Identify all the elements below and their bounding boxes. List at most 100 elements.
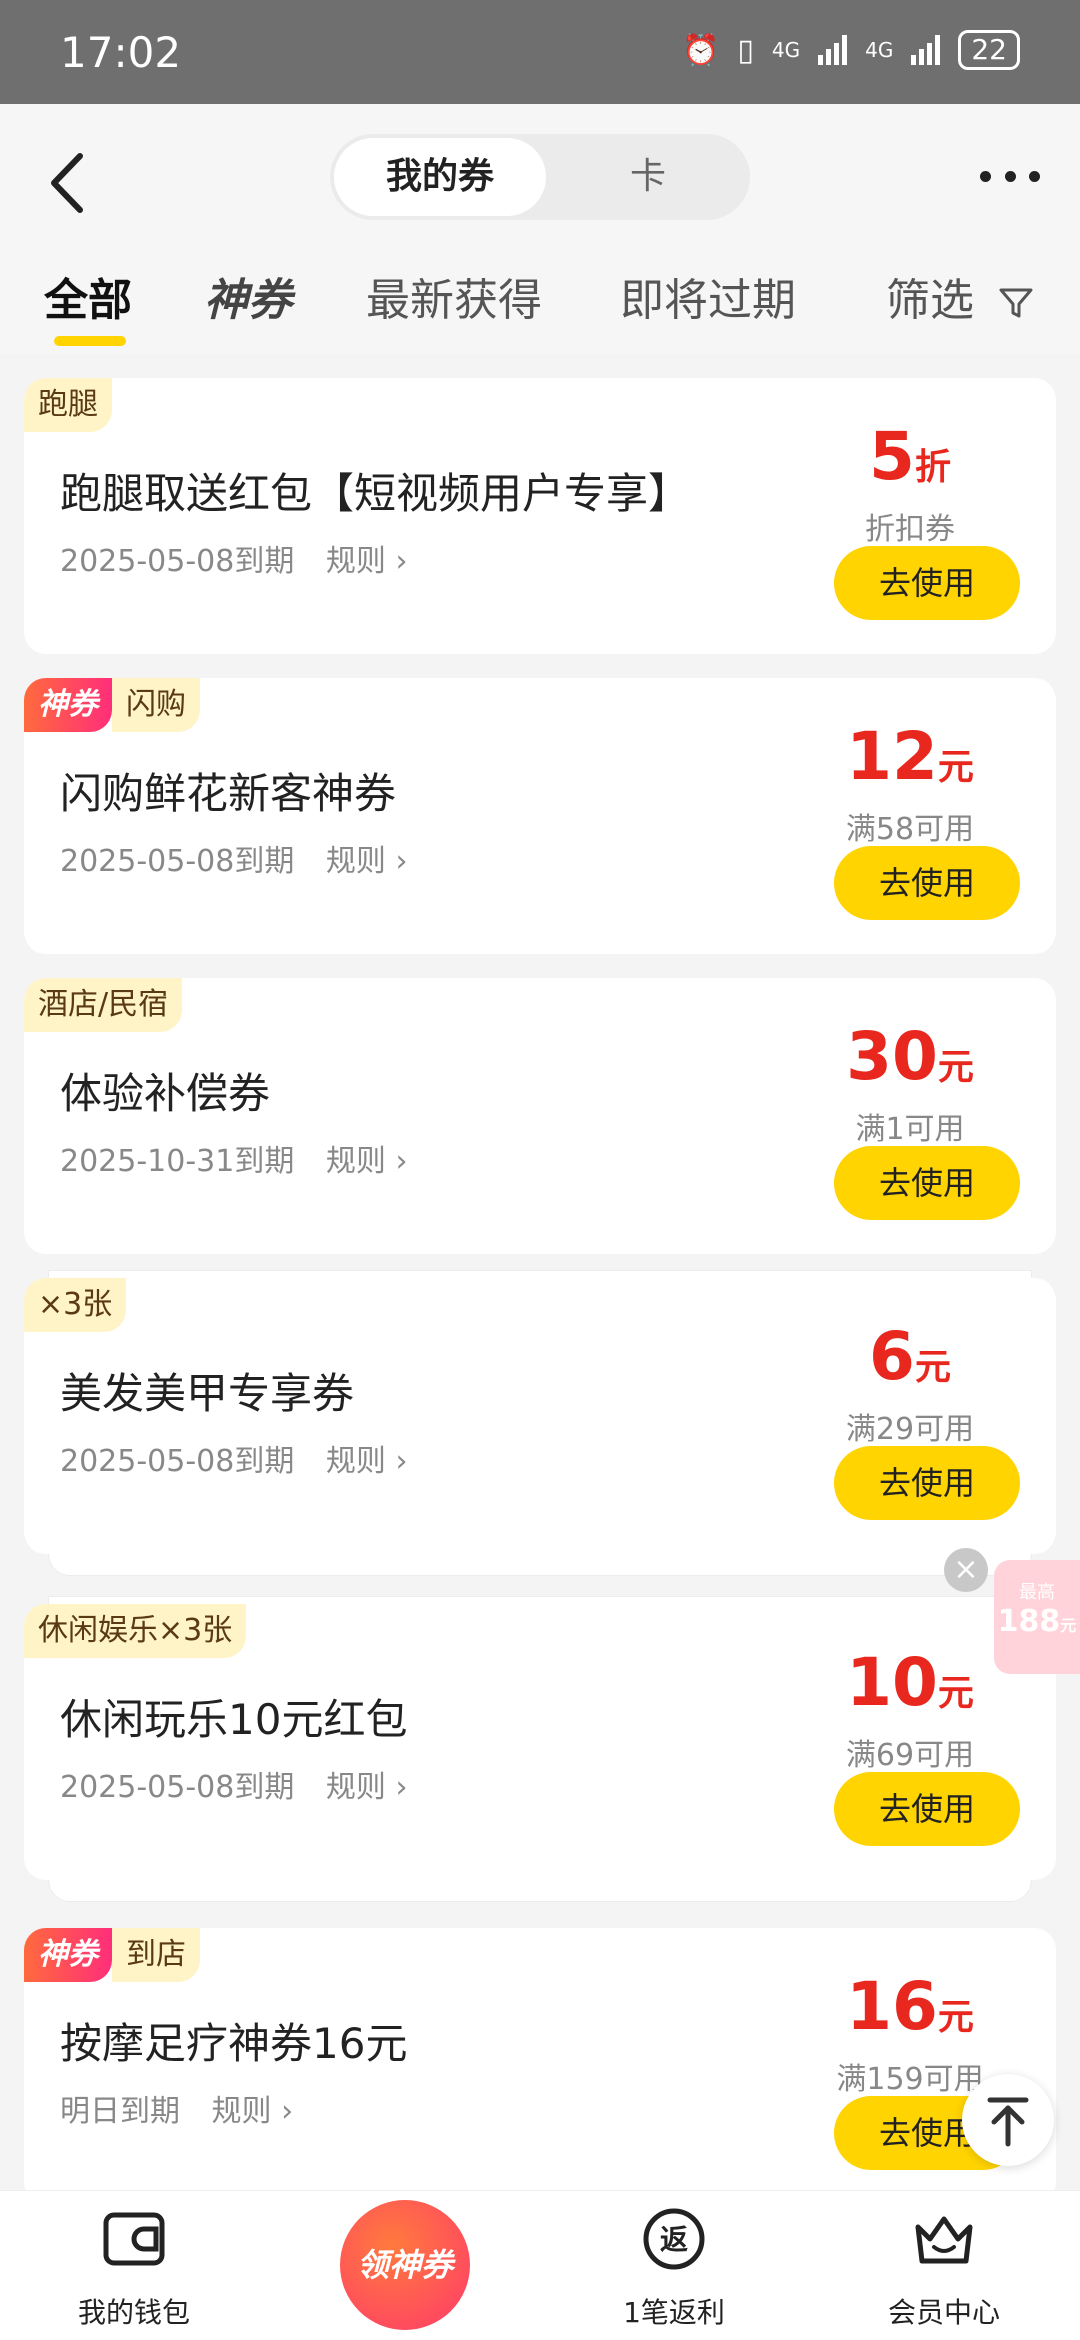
coupon-expiry: 2025-05-08到期: [60, 544, 295, 579]
coupon-rule-link[interactable]: 规则 ›: [326, 1444, 408, 1479]
coupon-rule-link[interactable]: 规则 ›: [326, 844, 408, 879]
tab-newest[interactable]: 最新获得: [366, 264, 542, 328]
alarm-icon: ⏰: [682, 32, 720, 68]
coupon-expiry: 2025-05-08到期: [60, 844, 295, 879]
coupon-condition: 折扣券: [865, 512, 955, 547]
coupon-tags: 酒店/民宿: [24, 978, 183, 1032]
coupon-title: 体验补偿券: [60, 1069, 271, 1118]
status-icons: ⏰ ▯ 4G 4G 22: [682, 30, 1020, 70]
signal-icon: [818, 35, 848, 65]
category-tag: 跑腿: [24, 378, 112, 432]
coupon-meta: 2025-05-08到期 规则 ›: [60, 536, 407, 580]
battery-indicator: 22: [958, 30, 1020, 70]
coupon-amount: 30元: [846, 1018, 974, 1095]
coupon-tags: ×3张: [24, 1278, 127, 1332]
tab-filter-label: 筛选: [886, 275, 974, 326]
use-button[interactable]: 去使用: [834, 1446, 1020, 1520]
coupon-meta: 2025-10-31到期 规则 ›: [60, 1136, 407, 1180]
coupon-title: 跑腿取送红包【短视频用户专享】: [60, 469, 691, 518]
coupon-title: 休闲玩乐10元红包: [60, 1695, 408, 1744]
use-button[interactable]: 去使用: [834, 546, 1020, 620]
bottom-nav: 我的钱包 返 1笔返利 会员中心: [0, 2190, 1080, 2340]
coupon-card[interactable]: 跑腿 跑腿取送红包【短视频用户专享】 2025-05-08到期 规则 › 5折 …: [24, 378, 1056, 654]
float-promo-top: 最高: [1019, 1582, 1055, 1603]
vibrate-icon: ▯: [737, 32, 754, 68]
use-button[interactable]: 去使用: [834, 846, 1020, 920]
coupon-amount: 16元: [846, 1968, 974, 2045]
tab-all[interactable]: 全部: [44, 264, 132, 328]
coupon-card[interactable]: 神券 到店 按摩足疗神券16元 明日到期 规则 › 16元 满159可用 去使用: [24, 1928, 1056, 2204]
coupon-meta: 2025-05-08到期 规则 ›: [60, 836, 407, 880]
coupon-expiry: 2025-05-08到期: [60, 1444, 295, 1479]
segment-control: 我的券 卡: [330, 134, 750, 220]
coupon-condition: 满58可用: [845, 812, 975, 847]
coupon-meta: 2025-05-08到期 规则 ›: [60, 1436, 407, 1480]
back-arrow-icon[interactable]: [44, 148, 94, 218]
category-tag: 到店: [112, 1928, 200, 1982]
coupon-card[interactable]: 休闲娱乐×3张 休闲玩乐10元红包 2025-05-08到期 规则 › 10元 …: [24, 1604, 1056, 1880]
coupon-amount: 12元: [846, 718, 974, 795]
category-tag: 酒店/民宿: [24, 978, 183, 1032]
nav-rebate[interactable]: 返 1笔返利: [574, 2191, 774, 2340]
god-coupon-tag: 神券: [24, 1928, 112, 1982]
float-promo-value: 188元: [997, 1604, 1077, 1639]
coupon-meta: 2025-05-08到期 规则 ›: [60, 1762, 407, 1806]
coupon-card[interactable]: ×3张 美发美甲专享券 2025-05-08到期 规则 › 6元 满29可用 去…: [24, 1278, 1056, 1554]
signal-label-1: 4G: [771, 38, 801, 62]
coupon-rule-link[interactable]: 规则 ›: [326, 544, 408, 579]
rebate-icon-label: 返: [660, 2223, 688, 2256]
coupon-condition: 满1可用: [855, 1112, 965, 1147]
category-tag: 休闲娱乐×3张: [24, 1604, 247, 1658]
nav-wallet[interactable]: 我的钱包: [34, 2191, 234, 2340]
use-button[interactable]: 去使用: [834, 1146, 1020, 1220]
coupon-amount: 6元: [869, 1318, 951, 1395]
coupon-meta: 明日到期 规则 ›: [60, 2086, 293, 2130]
segment-cards[interactable]: 卡: [546, 134, 750, 220]
nav-rebate-label: 1笔返利: [623, 2296, 725, 2329]
coupon-title: 按摩足疗神券16元: [60, 2019, 408, 2068]
float-close-icon[interactable]: ×: [944, 1548, 988, 1592]
coupon-expiry: 2025-05-08到期: [60, 1770, 295, 1805]
coupon-condition: 满29可用: [845, 1412, 975, 1447]
use-button[interactable]: 去使用: [834, 1772, 1020, 1846]
crown-basket-icon: [915, 2216, 973, 2264]
get-god-coupon-button[interactable]: 领神券: [340, 2200, 470, 2330]
status-time: 17:02: [60, 28, 182, 77]
coupon-condition: 满69可用: [845, 1738, 975, 1773]
coupon-rule-link[interactable]: 规则 ›: [212, 2094, 294, 2129]
coupon-card[interactable]: 酒店/民宿 体验补偿券 2025-10-31到期 规则 › 30元 满1可用 去…: [24, 978, 1056, 1254]
coupon-title: 闪购鲜花新客神券: [60, 769, 397, 818]
signal-label-2: 4G: [865, 38, 894, 62]
filter-icon: [999, 288, 1033, 318]
coupon-rule-link[interactable]: 规则 ›: [326, 1144, 408, 1179]
coupon-tags: 跑腿: [24, 378, 112, 432]
coupon-amount: 5折: [869, 418, 951, 495]
tab-expiring[interactable]: 即将过期: [620, 264, 796, 328]
count-tag: ×3张: [24, 1278, 127, 1332]
nav-wallet-label: 我的钱包: [77, 2296, 190, 2329]
signal-icon-2: [911, 35, 941, 65]
page-header: 我的券 卡 全部 神券 最新获得 即将过期 筛选: [0, 104, 1080, 354]
coupon-tags: 神券 到店: [24, 1928, 200, 1982]
nav-member-center[interactable]: 会员中心: [844, 2191, 1044, 2340]
tab-active-indicator: [54, 336, 126, 346]
nav-member-label: 会员中心: [887, 2296, 1000, 2329]
segment-my-coupons[interactable]: 我的券: [334, 138, 546, 216]
float-promo-badge[interactable]: 最高 188元: [994, 1560, 1080, 1674]
rebate-icon: 返: [643, 2208, 705, 2270]
arrow-up-icon: [987, 2097, 1029, 2147]
coupon-card[interactable]: 神券 闪购 闪购鲜花新客神券 2025-05-08到期 规则 › 12元 满58…: [24, 678, 1056, 954]
coupon-tags: 神券 闪购: [24, 678, 200, 732]
coupon-rule-link[interactable]: 规则 ›: [326, 1770, 408, 1805]
back-to-top-button[interactable]: [962, 2074, 1054, 2166]
coupon-expiry: 2025-10-31到期: [60, 1144, 295, 1179]
coupon-title: 美发美甲专享券: [60, 1369, 355, 1418]
category-tag: 闪购: [112, 678, 200, 732]
tab-filter[interactable]: 筛选: [886, 264, 1034, 328]
coupon-expiry: 明日到期: [60, 2094, 180, 2129]
more-options-icon[interactable]: [980, 166, 1040, 186]
coupon-amount: 10元: [846, 1644, 974, 1721]
god-coupon-tag: 神券: [24, 678, 112, 732]
filter-tabs: 全部 神券 最新获得 即将过期 筛选: [0, 264, 1080, 354]
tab-god-coupon[interactable]: 神券: [204, 264, 292, 328]
